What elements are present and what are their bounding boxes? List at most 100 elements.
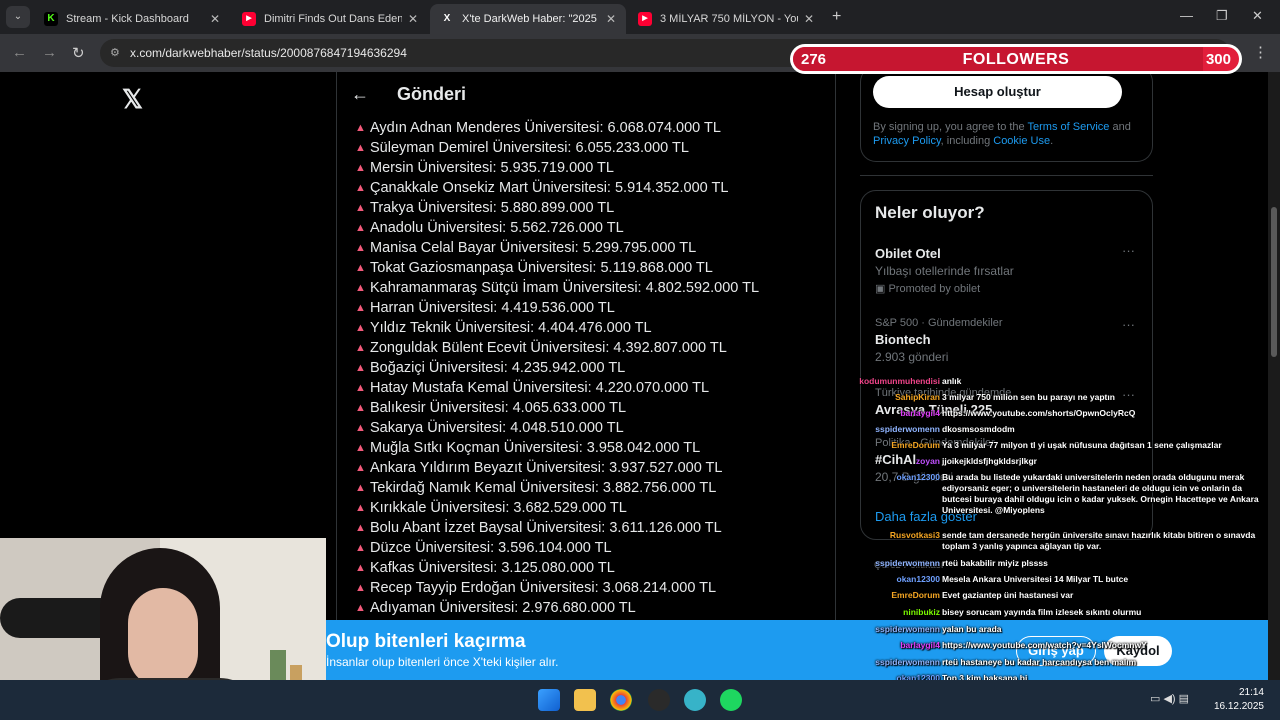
- chat-username[interactable]: zoyan: [848, 456, 940, 467]
- tab-search-chevron-icon[interactable]: ⌄: [6, 6, 30, 28]
- cookie-use-link[interactable]: Cookie Use: [993, 135, 1050, 147]
- university-budget: Recep Tayyip Erdoğan Üniversitesi: 3.068…: [370, 580, 717, 596]
- trend-item[interactable]: S&P 500 · Gündemdekiler Biontech 2.903 g…: [875, 317, 1145, 364]
- scrollbar-thumb[interactable]: [1271, 207, 1277, 357]
- tab-youtube-dimitri[interactable]: ▶ Dimitri Finds Out Dans Eden Ru ✕: [232, 4, 428, 34]
- followers-current: 276: [801, 51, 827, 68]
- university-budget: Yıldız Teknik Üniversitesi: 4.404.476.00…: [370, 320, 652, 336]
- red-triangle-icon: ▲: [355, 542, 366, 554]
- chat-text: rteü bakabilir miyiz plssss: [942, 558, 1048, 568]
- chat-username[interactable]: sspiderwomenn: [848, 624, 940, 635]
- university-budget: Harran Üniversitesi: 4.419.536.000 TL: [370, 300, 615, 316]
- forward-arrow-icon[interactable]: →: [42, 44, 57, 61]
- terms-of-service-link[interactable]: Terms of Service: [1028, 121, 1110, 133]
- tab-title: 3 MİLYAR 750 MİLYON - YouTub: [660, 13, 798, 25]
- new-tab-plus-icon[interactable]: +: [832, 8, 841, 26]
- list-item: ▲ Bolu Abant İzzet Baysal Üniversitesi: 3…: [355, 518, 825, 538]
- webcam-person-face: [128, 588, 198, 688]
- trend-item[interactable]: Obilet Otel Yılbaşı otellerinde fırsatla…: [875, 243, 1145, 295]
- list-item: ▲ Zonguldak Bülent Ecevit Üniversitesi: 4…: [355, 338, 825, 358]
- chrome-icon[interactable]: [610, 689, 632, 711]
- list-item: ▲ Tekirdağ Namık Kemal Üniversitesi: 3.88…: [355, 478, 825, 498]
- reload-icon[interactable]: ↻: [72, 44, 85, 62]
- taskbar-clock[interactable]: 21:14 16.12.2025: [1214, 686, 1264, 714]
- obs-icon[interactable]: [648, 689, 670, 711]
- promoted-text: Promoted by obilet: [888, 283, 981, 295]
- chat-message: sspiderwomenn rteü hastaneye bu kadar har…: [848, 657, 1278, 668]
- chat-text: Mesela Ankara Universitesi 14 Milyar TL …: [942, 574, 1129, 584]
- trend-subtitle: 2.903 gönderi: [875, 350, 949, 364]
- list-item: ▲ Recep Tayyip Erdoğan Üniversitesi: 3.06…: [355, 578, 825, 598]
- maximize-icon[interactable]: ❐: [1216, 8, 1228, 24]
- chat-username[interactable]: kodumunmuhendisi: [848, 376, 940, 387]
- divider: [860, 175, 1153, 176]
- chat-message: EmreDorum Ya 3 milyar 77 milyon tl yi uşa…: [848, 440, 1278, 451]
- back-arrow-icon[interactable]: ←: [12, 44, 27, 61]
- back-arrow-icon[interactable]: ←: [351, 84, 369, 105]
- terms-text: By signing up, you agree to the Terms of…: [873, 120, 1148, 148]
- chat-username[interactable]: EmreDorum: [848, 440, 940, 451]
- list-item: ▲ Balıkesir Üniversitesi: 4.065.633.000 T…: [355, 398, 825, 418]
- chat-username[interactable]: sspiderwomenn: [848, 657, 940, 668]
- red-triangle-icon: ▲: [355, 442, 366, 454]
- app-icon[interactable]: [684, 689, 706, 711]
- university-budget: Tekirdağ Namık Kemal Üniversitesi: 3.882…: [370, 480, 717, 496]
- chat-username[interactable]: EmreDorum: [848, 590, 940, 601]
- create-account-button[interactable]: Hesap oluştur: [873, 76, 1122, 108]
- privacy-policy-link[interactable]: Privacy Policy: [873, 135, 941, 147]
- university-budget: Muğla Sıtkı Koçman Üniversitesi: 3.958.0…: [370, 440, 701, 456]
- red-triangle-icon: ▲: [355, 382, 366, 394]
- terms-and: and: [1109, 121, 1131, 133]
- browser-menu-icon[interactable]: ⋮: [1253, 43, 1268, 61]
- close-icon[interactable]: ✕: [210, 12, 220, 26]
- chat-text: bisey sorucam yayında film izlesek sıkın…: [942, 607, 1142, 617]
- tray-icons[interactable]: ▭ ◀) ▤: [1150, 692, 1189, 705]
- signup-card: Hesap oluştur By signing up, you agree t…: [860, 66, 1153, 162]
- chat-message: zoyan jjoikejkldsfjhgkldsrjlkgr: [848, 456, 1278, 467]
- chat-text: Evet gaziantep üni hastanesi var: [942, 590, 1074, 600]
- university-budget: Ankara Yıldırım Beyazıt Üniversitesi: 3.…: [370, 460, 723, 476]
- list-item: ▲ Kahramanmaraş Sütçü İmam Üniversitesi: …: [355, 278, 825, 298]
- close-icon[interactable]: ✕: [408, 12, 418, 26]
- chat-username[interactable]: okan12300: [848, 472, 940, 483]
- university-budget: Zonguldak Bülent Ecevit Üniversitesi: 4.…: [370, 340, 727, 356]
- site-info-icon[interactable]: ⚙: [110, 39, 120, 67]
- chat-username[interactable]: barlaygil4: [848, 408, 940, 419]
- university-budget: Çanakkale Onsekiz Mart Üniversitesi: 5.9…: [370, 180, 729, 196]
- tab-title: Stream - Kick Dashboard: [66, 13, 189, 25]
- start-menu-icon[interactable]: [538, 689, 560, 711]
- tab-kick-dashboard[interactable]: K Stream - Kick Dashboard ✕: [34, 4, 230, 34]
- chat-text: https://www.youtube.com/watch?v=4YslWocm…: [942, 640, 1147, 650]
- chat-message: ninibukiz bisey sorucam yayında film izle…: [848, 607, 1278, 618]
- tab-x-darkweb[interactable]: X X'te DarkWeb Haber: "2025 yılı ✕: [430, 4, 626, 34]
- chat-username[interactable]: SahipKiran: [848, 392, 940, 403]
- minimize-icon[interactable]: —: [1180, 8, 1193, 23]
- file-explorer-icon[interactable]: [574, 689, 596, 711]
- tab-title: Dimitri Finds Out Dans Eden Ru: [264, 13, 402, 25]
- chat-username[interactable]: sspiderwomenn: [848, 558, 940, 569]
- chat-username[interactable]: Rusvotkasi3: [848, 530, 940, 541]
- list-item: ▲ Aydın Adnan Menderes Üniversitesi: 6.06…: [355, 118, 825, 138]
- followers-goal-track: FOLLOWERS 276 300: [793, 47, 1239, 71]
- chat-username[interactable]: sspiderwomenn: [848, 424, 940, 435]
- university-budget: Düzce Üniversitesi: 3.596.104.000 TL: [370, 540, 612, 556]
- chat-message: okan12300 Bu arada bu listede yukardaki u…: [848, 472, 1278, 516]
- chat-username[interactable]: okan12300: [848, 574, 940, 585]
- tab-youtube-3-milyar[interactable]: ▶ 3 MİLYAR 750 MİLYON - YouTub ✕: [628, 4, 824, 34]
- university-budget: Kırıkkale Üniversitesi: 3.682.529.000 TL: [370, 500, 627, 516]
- spotify-icon[interactable]: [720, 689, 742, 711]
- more-icon[interactable]: ···: [1122, 317, 1135, 332]
- chat-username[interactable]: barlaygil4: [848, 640, 940, 651]
- more-icon[interactable]: ···: [1122, 243, 1135, 258]
- close-icon[interactable]: ✕: [804, 12, 814, 26]
- red-triangle-icon: ▲: [355, 182, 366, 194]
- chat-username[interactable]: ninibukiz: [848, 607, 940, 618]
- list-item: ▲ Muğla Sıtkı Koçman Üniversitesi: 3.958.…: [355, 438, 825, 458]
- trend-name: Obilet Otel: [875, 246, 941, 261]
- window-close-icon[interactable]: ✕: [1252, 8, 1263, 24]
- close-icon[interactable]: ✕: [606, 12, 616, 26]
- university-budget: Manisa Celal Bayar Üniversitesi: 5.299.7…: [370, 240, 697, 256]
- chat-message: sspiderwomenn rteü bakabilir miyiz plssss: [848, 558, 1278, 569]
- red-triangle-icon: ▲: [355, 422, 366, 434]
- x-logo-icon[interactable]: 𝕏: [122, 84, 143, 115]
